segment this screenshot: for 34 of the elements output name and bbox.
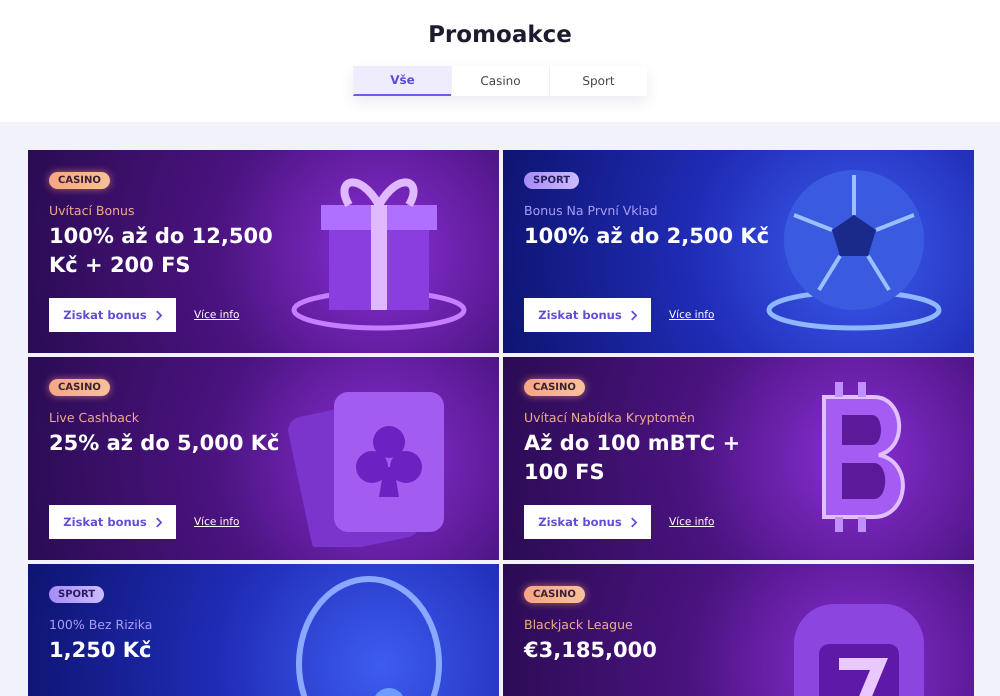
more-info-link[interactable]: Více info bbox=[194, 309, 240, 321]
promo-subtitle: Uvítací Bonus bbox=[49, 203, 134, 218]
promo-headline: 100% až do 2,500 Kč bbox=[524, 223, 770, 250]
category-badge: CASINO bbox=[49, 379, 110, 396]
more-info-link[interactable]: Více info bbox=[669, 309, 714, 321]
promo-subtitle: 100% Bez Rizika bbox=[49, 617, 152, 632]
category-badge: CASINO bbox=[49, 172, 110, 189]
filter-tab[interactable]: Casino bbox=[451, 66, 549, 96]
promo-subtitle: Bonus Na První Vklad bbox=[524, 203, 658, 218]
get-bonus-button[interactable]: Ziskat bonus bbox=[524, 298, 651, 332]
chevron-right-icon bbox=[154, 516, 162, 528]
promo-headline: €3,185,000 bbox=[524, 637, 658, 664]
category-badge: SPORT bbox=[524, 172, 580, 189]
promo-headline: 25% až do 5,000 Kč bbox=[49, 430, 281, 457]
category-badge: CASINO bbox=[524, 379, 585, 396]
category-badge: SPORT bbox=[49, 586, 104, 603]
get-bonus-button[interactable]: Ziskat bonus bbox=[49, 505, 176, 539]
page-title: Promoakce bbox=[428, 22, 572, 48]
get-bonus-button[interactable]: Ziskat bonus bbox=[524, 505, 651, 539]
more-info-link[interactable]: Více info bbox=[669, 516, 714, 528]
promo-subtitle: Uvítací Nabídka Kryptoměn bbox=[524, 410, 695, 425]
promo-headline: Až do 100 mBTC + 100 FS bbox=[524, 430, 742, 486]
more-info-link[interactable]: Více info bbox=[194, 516, 240, 528]
filter-tab[interactable]: Vše bbox=[353, 66, 451, 96]
chevron-right-icon bbox=[630, 516, 637, 528]
category-badge: CASINO bbox=[524, 586, 585, 603]
promo-headline: 1,250 Kč bbox=[49, 637, 152, 664]
chevron-right-icon bbox=[630, 310, 637, 320]
promo-subtitle: Blackjack League bbox=[524, 617, 633, 632]
promo-subtitle: Live Cashback bbox=[49, 410, 140, 425]
chevron-right-icon bbox=[154, 310, 162, 320]
get-bonus-button[interactable]: Ziskat bonus bbox=[49, 298, 176, 332]
filter-tab[interactable]: Sport bbox=[549, 66, 647, 96]
promo-headline: 100% až do 12,500 Kč + 200 FS bbox=[49, 223, 274, 279]
